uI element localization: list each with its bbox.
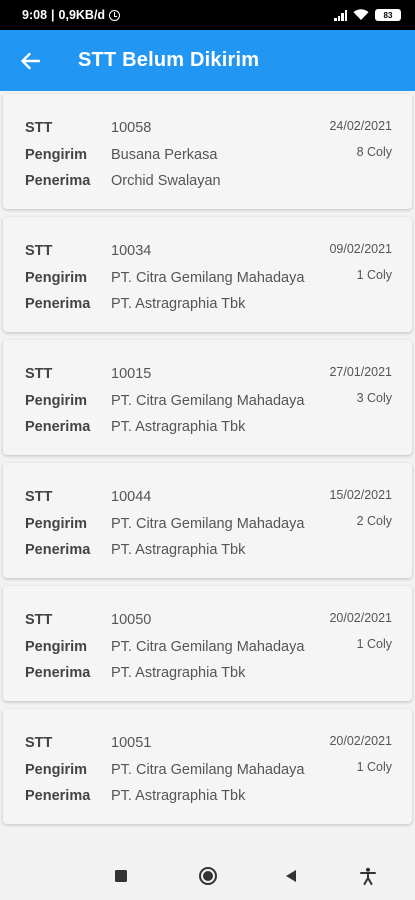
penerima-value: PT. Astragraphia Tbk (111, 788, 246, 804)
stt-number: 10015 (111, 366, 152, 382)
stt-label: STT (25, 366, 53, 382)
coly-count: 2 Coly (356, 514, 392, 528)
stt-number: 10044 (111, 489, 152, 505)
stt-card[interactable]: STT 10015 Pengirim PT. Citra Gemilang Maha… (3, 340, 412, 455)
back-arrow-icon[interactable] (2, 30, 58, 91)
penerima-value: PT. Astragraphia Tbk (111, 296, 246, 312)
penerima-label: Penerima (25, 542, 91, 558)
stt-date: 20/02/2021 (329, 611, 392, 625)
pengirim-value: PT. Citra Gemilang Mahadaya (111, 270, 305, 286)
status-time: 9:08 (22, 8, 48, 22)
stt-label: STT (25, 612, 53, 628)
status-separator: | (51, 8, 55, 22)
stt-label: STT (25, 489, 53, 505)
stt-label: STT (25, 120, 53, 136)
pengirim-value: PT. Citra Gemilang Mahadaya (111, 639, 305, 655)
pengirim-label: Pengirim (25, 639, 88, 655)
stt-number: 10051 (111, 735, 152, 751)
stt-date: 24/02/2021 (329, 119, 392, 133)
stt-list[interactable]: STT 10058 Pengirim Busana Perkasa Penerima… (0, 91, 415, 845)
pengirim-label: Pengirim (25, 393, 88, 409)
stt-number: 10050 (111, 612, 152, 628)
stt-card[interactable]: STT 10050 Pengirim PT. Citra Gemilang Maha… (3, 586, 412, 701)
coly-count: 1 Coly (356, 637, 392, 651)
system-nav-bar (0, 851, 415, 900)
stt-number: 10058 (111, 120, 152, 136)
coly-count: 8 Coly (356, 145, 392, 159)
pengirim-value: Busana Perkasa (111, 147, 218, 163)
stt-date: 15/02/2021 (329, 488, 392, 502)
signal-icon (334, 9, 347, 21)
pengirim-label: Pengirim (25, 762, 88, 778)
pengirim-value: PT. Citra Gemilang Mahadaya (111, 516, 305, 532)
stt-card[interactable]: STT 10044 Pengirim PT. Citra Gemilang Maha… (3, 463, 412, 578)
coly-count: 1 Coly (356, 268, 392, 282)
stt-card[interactable]: STT 10034 Pengirim PT. Citra Gemilang Maha… (3, 217, 412, 332)
battery-icon: 83 (375, 9, 401, 21)
coly-count: 3 Coly (356, 391, 392, 405)
penerima-label: Penerima (25, 173, 91, 189)
penerima-value: Orchid Swalayan (111, 173, 221, 189)
status-bar: 9:08 | 0,9KB/d 83 (0, 0, 415, 30)
page-title: STT Belum Dikirim (78, 49, 260, 71)
stt-card[interactable]: STT 10051 Pengirim PT. Citra Gemilang Maha… (3, 709, 412, 824)
stt-label: STT (25, 735, 53, 751)
penerima-value: PT. Astragraphia Tbk (111, 665, 246, 681)
nav-recents-icon[interactable] (101, 851, 141, 900)
pengirim-value: PT. Citra Gemilang Mahadaya (111, 393, 305, 409)
stt-date: 27/01/2021 (329, 365, 392, 379)
wifi-icon (353, 9, 369, 20)
pengirim-label: Pengirim (25, 516, 88, 532)
stt-number: 10034 (111, 243, 152, 259)
penerima-label: Penerima (25, 419, 91, 435)
stt-label: STT (25, 243, 53, 259)
stt-date: 09/02/2021 (329, 242, 392, 256)
nav-home-icon[interactable] (188, 851, 228, 900)
penerima-label: Penerima (25, 788, 91, 804)
app-bar: STT Belum Dikirim (0, 30, 415, 91)
pengirim-label: Pengirim (25, 270, 88, 286)
accessibility-icon[interactable] (348, 851, 388, 900)
nav-back-icon[interactable] (271, 851, 311, 900)
status-left: 9:08 | 0,9KB/d (22, 8, 121, 22)
penerima-value: PT. Astragraphia Tbk (111, 419, 246, 435)
stt-date: 20/02/2021 (329, 734, 392, 748)
battery-level: 83 (383, 10, 393, 20)
penerima-label: Penerima (25, 296, 91, 312)
pengirim-value: PT. Citra Gemilang Mahadaya (111, 762, 305, 778)
status-right: 83 (334, 9, 401, 21)
penerima-value: PT. Astragraphia Tbk (111, 542, 246, 558)
alarm-icon (109, 9, 121, 21)
pengirim-label: Pengirim (25, 147, 88, 163)
penerima-label: Penerima (25, 665, 91, 681)
stt-card[interactable]: STT 10058 Pengirim Busana Perkasa Penerima… (3, 94, 412, 209)
coly-count: 1 Coly (356, 760, 392, 774)
status-net-speed: 0,9KB/d (58, 8, 106, 22)
